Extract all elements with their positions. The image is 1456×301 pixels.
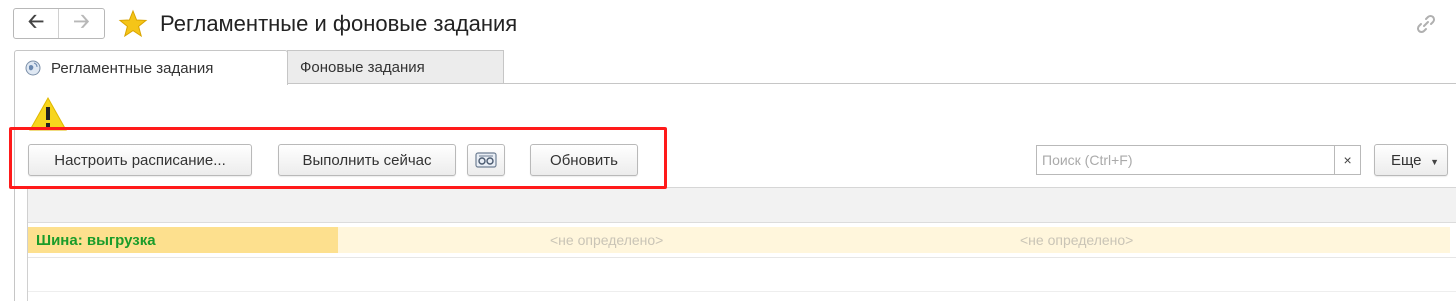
refresh-button[interactable]: Обновить (530, 144, 638, 176)
task-icon (475, 152, 497, 168)
close-icon: × (1343, 152, 1352, 168)
job-cell: <не определено> (338, 227, 808, 253)
more-button[interactable]: Еще ▼ (1374, 144, 1448, 176)
tab-label: Фоновые задания (300, 59, 425, 76)
star-icon[interactable] (118, 9, 148, 39)
search-box: × (1036, 145, 1361, 175)
link-icon[interactable] (1416, 14, 1436, 34)
nav-buttons: 🡠 🡢 (13, 8, 105, 39)
page-title: Регламентные и фоновые задания (160, 11, 518, 36)
tab-background-jobs[interactable]: Фоновые задания (287, 50, 504, 84)
run-now-button[interactable]: Выполнить сейчас (278, 144, 456, 176)
back-arrow-icon: 🡠 (27, 10, 45, 33)
warning-icon (29, 96, 67, 131)
back-button[interactable]: 🡠 (14, 9, 60, 38)
job-cell: <не определено> (808, 227, 1450, 253)
search-input[interactable] (1037, 146, 1335, 174)
tab-scheduled-jobs[interactable]: Регламентные задания (14, 50, 288, 85)
job-name-cell: Шина: выгрузка (28, 227, 338, 253)
table-row[interactable]: Шина: выгрузка <не определено> <не опред… (28, 227, 1450, 253)
globe-icon (25, 60, 41, 76)
task-button[interactable] (467, 144, 505, 176)
forward-arrow-icon: 🡢 (73, 10, 90, 33)
panel-border (14, 84, 15, 301)
row-divider (28, 257, 1456, 258)
search-clear-button[interactable]: × (1334, 146, 1360, 174)
forward-button[interactable]: 🡢 (59, 9, 104, 38)
table-header (28, 187, 1456, 223)
more-label: Еще (1391, 151, 1422, 169)
schedule-button[interactable]: Настроить расписание... (28, 144, 252, 176)
tab-label: Регламентные задания (51, 59, 214, 77)
chevron-down-icon: ▼ (1430, 157, 1439, 167)
row-divider (28, 291, 1456, 292)
